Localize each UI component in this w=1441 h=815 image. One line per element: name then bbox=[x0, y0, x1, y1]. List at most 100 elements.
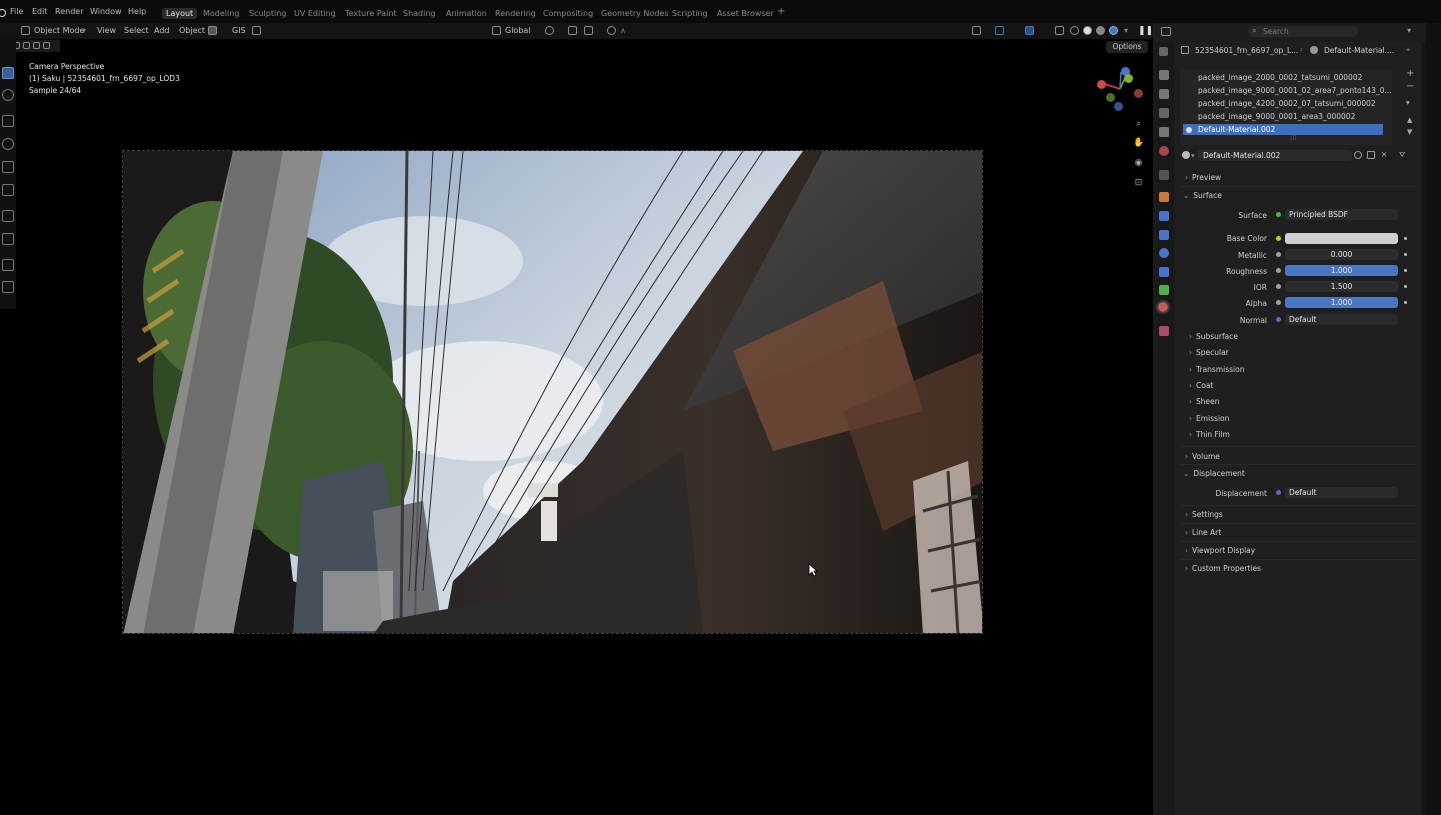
select-intersect-icon[interactable] bbox=[43, 42, 50, 49]
tool-tab-icon[interactable] bbox=[1159, 47, 1168, 56]
scene-tab-icon[interactable] bbox=[1159, 127, 1169, 137]
select-subtract-icon[interactable] bbox=[23, 42, 30, 49]
thin-film-subpanel[interactable]: › Thin Film bbox=[1189, 430, 1230, 439]
color-socket-icon[interactable] bbox=[1276, 236, 1281, 241]
keyframe-dot-icon[interactable] bbox=[1404, 237, 1407, 240]
material-slot-item[interactable]: packed_image_2000_0002_tatsumi_000002 bbox=[1198, 73, 1362, 82]
render-tab-icon[interactable] bbox=[1159, 70, 1169, 80]
float-socket-icon[interactable] bbox=[1276, 300, 1281, 305]
tab-sculpting[interactable]: Sculpting bbox=[249, 9, 286, 18]
object-tab-icon[interactable] bbox=[1159, 192, 1169, 202]
move-slot-up-icon[interactable]: ▲ bbox=[1407, 116, 1412, 124]
object-mode-dropdown[interactable]: Object Mode bbox=[34, 26, 84, 35]
viewport-display-section-header[interactable]: › Viewport Display bbox=[1185, 546, 1255, 555]
move-tool-icon[interactable] bbox=[2, 115, 14, 127]
lock-camera-icon[interactable]: ⊡ bbox=[1133, 178, 1144, 189]
float-socket-icon[interactable] bbox=[1276, 268, 1281, 273]
tab-layout[interactable]: Layout bbox=[162, 8, 198, 19]
particles-tab-icon[interactable] bbox=[1159, 230, 1169, 240]
material-tab-icon[interactable] bbox=[1156, 300, 1170, 314]
add-workspace-button[interactable]: + bbox=[777, 6, 785, 17]
xray-toggle-icon[interactable] bbox=[1055, 26, 1064, 35]
float-socket-icon[interactable] bbox=[1276, 252, 1281, 257]
cursor-tool-icon[interactable] bbox=[2, 89, 14, 101]
keyframe-dot-icon[interactable] bbox=[1404, 285, 1407, 288]
overlay-toggle-icon[interactable] bbox=[1025, 26, 1034, 35]
move-slot-down-icon[interactable]: ▼ bbox=[1407, 128, 1412, 136]
scale-tool-icon[interactable] bbox=[2, 161, 14, 173]
custom-properties-section-header[interactable]: › Custom Properties bbox=[1185, 564, 1261, 573]
falloff-icon[interactable]: ∧ bbox=[620, 26, 626, 35]
emission-subpanel[interactable]: › Emission bbox=[1189, 414, 1229, 423]
tab-animation[interactable]: Animation bbox=[446, 9, 487, 18]
tab-modeling[interactable]: Modeling bbox=[203, 9, 239, 18]
pivot-point-icon[interactable] bbox=[545, 26, 554, 35]
slot-menu-chevron-icon[interactable]: ▾ bbox=[1406, 98, 1410, 107]
tab-rendering[interactable]: Rendering bbox=[495, 9, 536, 18]
settings-section-header[interactable]: › Settings bbox=[1185, 510, 1223, 519]
keyframe-dot-icon[interactable] bbox=[1404, 253, 1407, 256]
physics-tab-icon[interactable] bbox=[1159, 248, 1169, 258]
gizmo-neg-z-axis[interactable] bbox=[1114, 102, 1123, 111]
measure-tool-icon[interactable] bbox=[2, 233, 14, 245]
transmission-subpanel[interactable]: › Transmission bbox=[1189, 365, 1244, 374]
preview-section-header[interactable]: › Preview bbox=[1185, 173, 1221, 182]
editor-type-icon[interactable] bbox=[1161, 27, 1171, 36]
keyframe-dot-icon[interactable] bbox=[1404, 301, 1407, 304]
pan-hand-icon[interactable]: ✋ bbox=[1133, 138, 1144, 149]
snap-icon[interactable] bbox=[252, 26, 261, 35]
modifiers-tab-icon[interactable] bbox=[1159, 211, 1169, 221]
vector-socket-icon[interactable] bbox=[1276, 490, 1281, 495]
camera-view-icon[interactable]: ◉ bbox=[1133, 158, 1144, 169]
tab-scripting[interactable]: Scripting bbox=[672, 9, 708, 18]
surface-section-header[interactable]: ⌄ Surface bbox=[1183, 191, 1222, 200]
tab-geometry-nodes[interactable]: Geometry Nodes bbox=[601, 9, 668, 18]
tab-shading[interactable]: Shading bbox=[403, 9, 436, 18]
list-resize-handle-icon[interactable]: ⁞⁞⁞ bbox=[1290, 134, 1297, 142]
browse-chevron-icon[interactable]: ▾ bbox=[1191, 151, 1195, 160]
filter-icon[interactable]: ⛛ bbox=[1399, 150, 1405, 160]
tab-uv-editing[interactable]: UV Editing bbox=[294, 9, 336, 18]
shading-wireframe-icon[interactable] bbox=[1070, 26, 1079, 35]
texture-tab-icon[interactable] bbox=[1159, 326, 1169, 336]
collection-tab-icon[interactable] bbox=[1159, 170, 1169, 180]
transform-orientation-dropdown[interactable]: Global bbox=[505, 26, 531, 35]
fake-user-shield-icon[interactable] bbox=[1354, 151, 1362, 159]
gizmo-y-axis[interactable] bbox=[1124, 74, 1133, 83]
shader-socket-icon[interactable] bbox=[1276, 212, 1281, 217]
breadcrumb-material[interactable]: Default-Material.... bbox=[1324, 46, 1394, 55]
navigation-gizmo[interactable] bbox=[1095, 65, 1145, 115]
options-dropdown[interactable]: Options bbox=[1106, 41, 1148, 53]
gizmo-neg-x-axis[interactable] bbox=[1134, 89, 1143, 98]
surface-shader-field[interactable]: Principled BSDF bbox=[1285, 209, 1398, 220]
material-slot-item[interactable]: packed_image_9000_0001_02_area7_ponto143… bbox=[1198, 86, 1392, 95]
gizmo-x-axis[interactable] bbox=[1097, 80, 1106, 89]
visibility-icon[interactable] bbox=[972, 26, 981, 35]
menu-select[interactable]: Select bbox=[124, 26, 149, 35]
material-slot-item[interactable]: packed_image_9000_0001_area3_000002 bbox=[1198, 112, 1355, 121]
proportional-editing-icon[interactable] bbox=[607, 26, 616, 35]
breadcrumb-object[interactable]: 52354601_frn_6697_op_L... bbox=[1195, 46, 1298, 55]
base-color-swatch[interactable] bbox=[1285, 233, 1398, 244]
material-browse-icon[interactable] bbox=[1182, 151, 1190, 159]
pin-icon[interactable]: ⌖ bbox=[1406, 45, 1410, 55]
zoom-icon[interactable]: ⌕ bbox=[1133, 119, 1144, 130]
displacement-input-field[interactable]: Default bbox=[1285, 487, 1398, 498]
material-slot-item-selected[interactable]: Default-Material.002 bbox=[1183, 124, 1383, 135]
rotate-tool-icon[interactable] bbox=[2, 138, 14, 150]
duplicate-material-icon[interactable] bbox=[1367, 151, 1375, 159]
tab-asset-browser[interactable]: Asset Browser bbox=[717, 9, 774, 18]
tab-compositing[interactable]: Compositing bbox=[543, 9, 593, 18]
specular-subpanel[interactable]: › Specular bbox=[1189, 348, 1229, 357]
menu-gis[interactable]: GIS bbox=[232, 26, 246, 35]
displacement-section-header[interactable]: ⌄ Displacement bbox=[1183, 469, 1245, 478]
float-socket-icon[interactable] bbox=[1276, 284, 1281, 289]
subsurface-subpanel[interactable]: › Subsurface bbox=[1189, 332, 1238, 341]
snapping-icon[interactable] bbox=[568, 26, 577, 35]
normal-input-field[interactable]: Default bbox=[1285, 314, 1398, 325]
menu-help[interactable]: Help bbox=[128, 7, 146, 16]
shading-chevron-icon[interactable]: ▾ bbox=[1124, 26, 1128, 35]
volume-section-header[interactable]: › Volume bbox=[1185, 452, 1220, 461]
view-layer-tab-icon[interactable] bbox=[1159, 108, 1169, 118]
viewport-toggle-icon[interactable] bbox=[208, 26, 217, 35]
